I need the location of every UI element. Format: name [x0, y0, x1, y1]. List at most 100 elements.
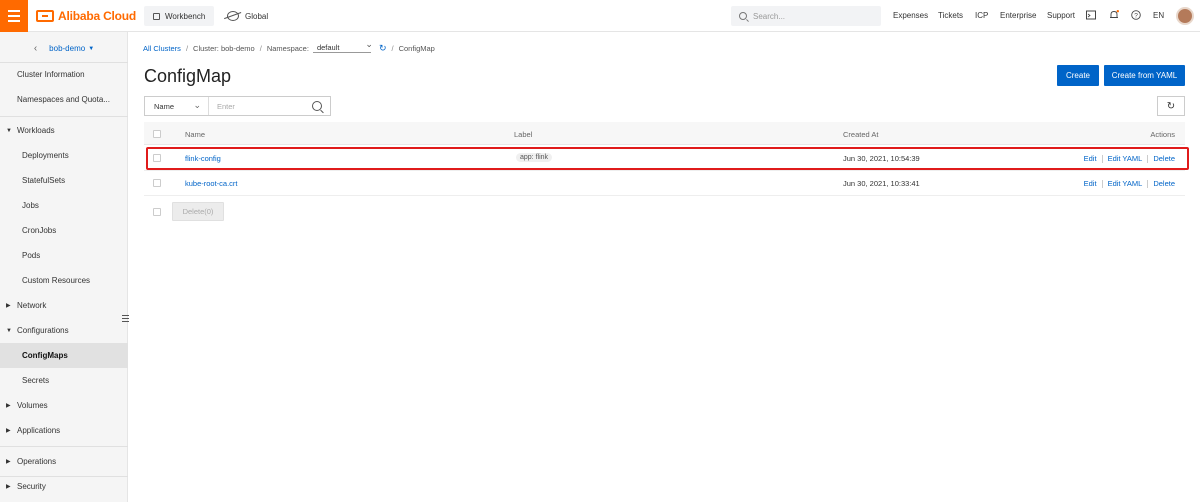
- sidebar-item-jobs[interactable]: Jobs: [0, 193, 128, 218]
- workbench-label: Workbench: [165, 11, 206, 21]
- sidebar-item-namespaces[interactable]: Namespaces and Quota...: [0, 87, 128, 112]
- sidebar-item-volumes[interactable]: ▶ Volumes: [0, 393, 128, 418]
- sidebar-item-label: Cluster Information: [17, 70, 85, 79]
- select-all-checkbox[interactable]: [153, 130, 161, 138]
- workbench-button[interactable]: Workbench: [144, 6, 215, 26]
- bulk-select-checkbox[interactable]: [153, 208, 161, 216]
- triangle-right-icon: ▶: [6, 459, 11, 465]
- filter-field-label: Name: [154, 101, 175, 111]
- breadcrumb-namespace-label: Namespace:: [266, 43, 309, 53]
- support-link[interactable]: Support: [1047, 11, 1075, 20]
- tickets-link[interactable]: Tickets: [938, 11, 963, 20]
- column-header-label: Label: [514, 130, 533, 139]
- triangle-down-icon: ▼: [6, 127, 12, 134]
- alibaba-cloud-logo[interactable]: Alibaba Cloud: [36, 9, 136, 23]
- sidebar-item-label: Applications: [17, 426, 61, 435]
- user-avatar[interactable]: [1176, 7, 1194, 25]
- sidebar-item-label: Operations: [17, 457, 57, 466]
- sidebar: ‹ bob-demo ▼ Cluster Information Namespa…: [0, 32, 128, 502]
- page-title: ConfigMap: [144, 66, 232, 86]
- help-icon[interactable]: ?: [1131, 10, 1141, 20]
- icp-link[interactable]: ICP: [975, 11, 988, 20]
- chevron-down-icon: ⌄: [193, 100, 201, 110]
- sidebar-item-label: Custom Resources: [22, 276, 91, 285]
- sidebar-item-label: Network: [17, 301, 47, 310]
- sidebar-item-label: Workloads: [17, 126, 55, 135]
- action-divider: [1147, 179, 1149, 188]
- chevron-left-icon[interactable]: ‹: [34, 43, 37, 54]
- sidebar-item-applications[interactable]: ▶ Applications: [0, 418, 128, 443]
- region-selector[interactable]: Global: [227, 6, 268, 26]
- create-from-yaml-button[interactable]: Create from YAML: [1104, 65, 1185, 86]
- column-header-name: Name: [185, 130, 206, 139]
- triangle-down-icon: ▼: [6, 327, 12, 334]
- namespace-refresh-icon[interactable]: ↻: [379, 43, 387, 54]
- edit-yaml-link[interactable]: Edit YAML: [1108, 179, 1143, 188]
- action-divider: [1101, 179, 1103, 188]
- breadcrumb-separator: /: [259, 43, 262, 53]
- sidebar-item-label: Pods: [22, 251, 41, 260]
- terminal-icon[interactable]: [1086, 10, 1096, 20]
- table-header: Name Label Created At Actions: [144, 122, 1185, 145]
- highlight-box: [146, 147, 1189, 170]
- expenses-link[interactable]: Expenses: [893, 11, 928, 20]
- sidebar-item-secrets[interactable]: Secrets: [0, 368, 128, 393]
- triangle-right-icon: ▶: [6, 484, 11, 490]
- sidebar-item-statefulsets[interactable]: StatefulSets: [0, 168, 128, 193]
- sidebar-item-configurations[interactable]: ▼ Configurations: [0, 318, 128, 343]
- bulk-delete-button[interactable]: Delete(0): [172, 202, 224, 221]
- sidebar-collapse-icon[interactable]: [122, 315, 129, 323]
- delete-link[interactable]: Delete: [1153, 179, 1175, 188]
- filter-field-select[interactable]: Name ⌄: [145, 97, 209, 115]
- sidebar-item-label: Namespaces and Quota...: [17, 95, 110, 104]
- sidebar-item-cluster-information[interactable]: Cluster Information: [0, 62, 128, 87]
- triangle-right-icon: ▶: [6, 303, 11, 309]
- sidebar-item-label: StatefulSets: [22, 176, 66, 185]
- breadcrumb-current: ConfigMap: [398, 43, 435, 53]
- sidebar-item-label: Volumes: [17, 401, 48, 410]
- configmap-name-link[interactable]: kube-root-ca.crt: [185, 179, 238, 188]
- sidebar-item-custom-resources[interactable]: Custom Resources: [0, 268, 128, 293]
- sidebar-item-label: ConfigMaps: [22, 351, 68, 360]
- sidebar-item-configmaps[interactable]: ConfigMaps: [0, 343, 128, 368]
- menu-icon-line: [8, 15, 20, 17]
- caret-down-icon: ▼: [88, 45, 95, 52]
- search-icon[interactable]: [312, 101, 322, 111]
- sidebar-item-label: CronJobs: [22, 226, 57, 235]
- alibaba-cloud-logo-icon: [36, 10, 54, 22]
- sidebar-item-workloads[interactable]: ▼ Workloads: [0, 118, 128, 143]
- sidebar-item-label: Jobs: [22, 201, 39, 210]
- enterprise-link[interactable]: Enterprise: [1000, 11, 1036, 20]
- create-button[interactable]: Create: [1057, 65, 1099, 86]
- row-actions: Edit Edit YAML Delete: [1084, 179, 1175, 188]
- refresh-icon: ↻: [1166, 100, 1176, 112]
- notification-bell-icon[interactable]: [1109, 10, 1119, 20]
- sidebar-item-operations[interactable]: ▶ Operations: [0, 449, 128, 474]
- column-header-created: Created At: [843, 130, 879, 139]
- region-label: Global: [245, 11, 269, 21]
- globe-icon: [227, 11, 239, 21]
- sidebar-item-deployments[interactable]: Deployments: [0, 143, 128, 168]
- sidebar-item-network[interactable]: ▶ Network: [0, 293, 128, 318]
- breadcrumb-separator: /: [185, 43, 189, 53]
- created-at: Jun 30, 2021, 10:33:41: [843, 179, 920, 188]
- language-switch[interactable]: EN: [1153, 11, 1164, 20]
- sidebar-divider: [0, 116, 128, 117]
- sidebar-item-security[interactable]: ▶ Security: [0, 474, 128, 499]
- row-checkbox[interactable]: [153, 179, 161, 187]
- refresh-button[interactable]: ↻: [1157, 96, 1185, 116]
- search-input[interactable]: Search...: [731, 6, 881, 26]
- breadcrumb-separator: /: [391, 43, 394, 53]
- home-icon: [153, 12, 160, 20]
- hamburger-menu-button[interactable]: [0, 0, 28, 32]
- edit-link[interactable]: Edit: [1084, 179, 1097, 188]
- namespace-select[interactable]: default: [312, 39, 373, 53]
- triangle-right-icon: ▶: [6, 403, 11, 409]
- sidebar-item-pods[interactable]: Pods: [0, 243, 128, 268]
- filter-input[interactable]: Enter: [209, 102, 312, 111]
- sidebar-item-cronjobs[interactable]: CronJobs: [0, 218, 128, 243]
- search-placeholder: Search...: [753, 11, 786, 21]
- table-row: kube-root-ca.crt Jun 30, 2021, 10:33:41 …: [144, 171, 1185, 196]
- breadcrumb-all-clusters[interactable]: All Clusters: [143, 44, 181, 53]
- cluster-selector[interactable]: ‹ bob-demo ▼: [0, 36, 128, 61]
